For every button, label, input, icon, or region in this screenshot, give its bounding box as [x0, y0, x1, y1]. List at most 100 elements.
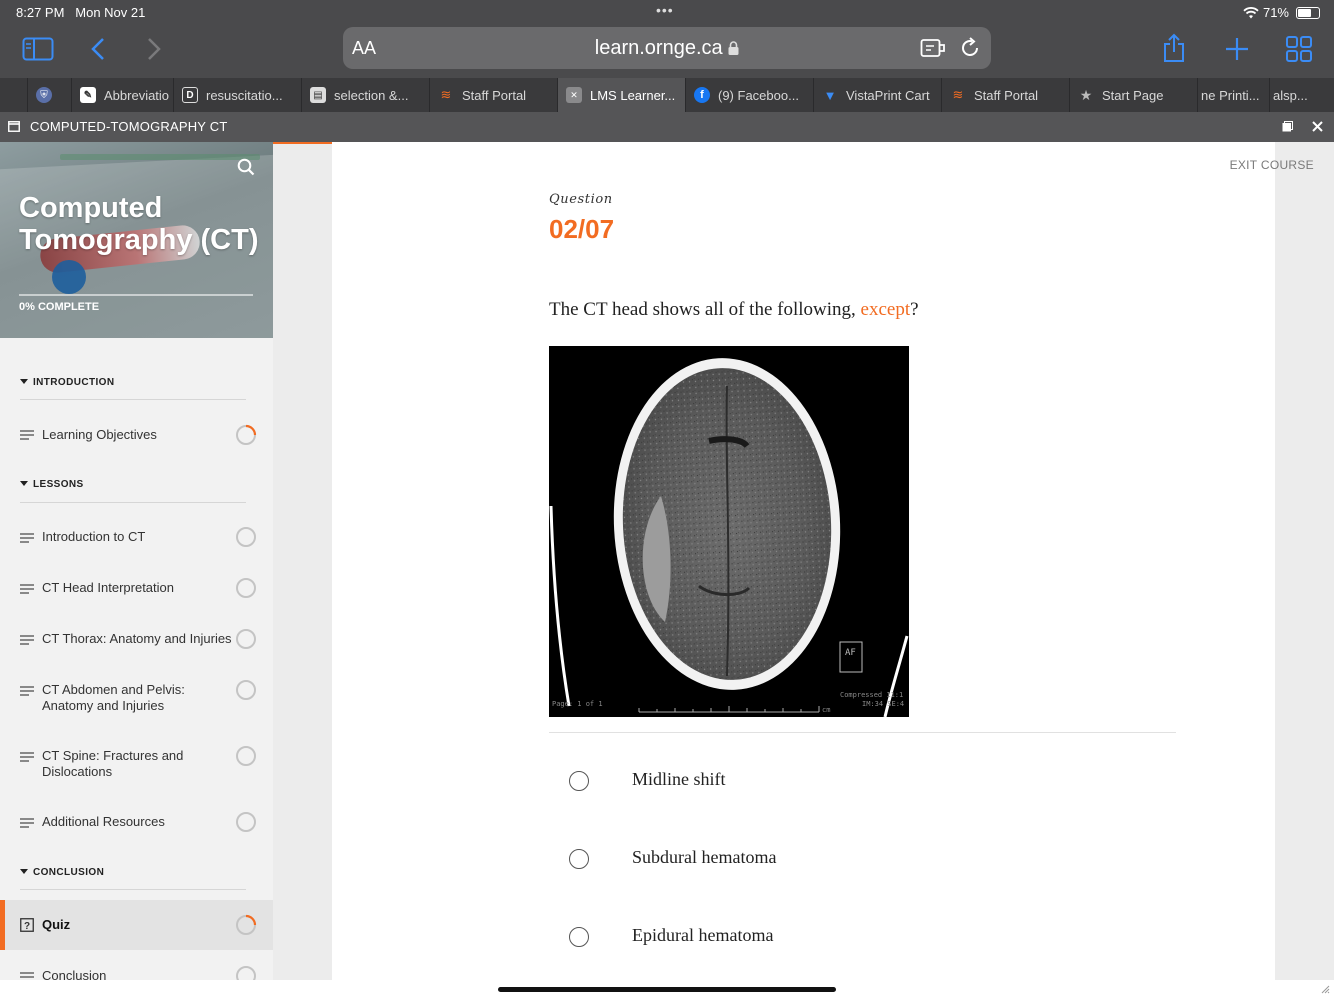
section-divider	[20, 399, 246, 400]
tab-vistaprint[interactable]: ▼ VistaPrint Cart	[814, 78, 942, 112]
lesson-label: Quiz	[42, 917, 71, 932]
lesson-ct-thorax[interactable]: CT Thorax: Anatomy and Injuries	[0, 629, 273, 653]
extension-icon[interactable]	[919, 36, 947, 60]
shield-icon: ⛨	[36, 87, 52, 103]
answer-option-label: Subdural hematoma	[632, 847, 777, 867]
generic-icon	[8, 87, 24, 103]
progress-ring-icon	[236, 914, 257, 935]
tab-start-page[interactable]: ★ Start Page	[1070, 78, 1198, 112]
ct-series-caption: IM:34 SE:4	[862, 700, 905, 708]
lesson-learning-objectives[interactable]: Learning Objectives	[0, 422, 273, 446]
progress-ring-icon	[236, 527, 256, 547]
facebook-icon: f	[694, 87, 710, 103]
ct-page-caption: Page: 1 of 1	[552, 700, 603, 708]
tab-printing[interactable]: ne Printi...	[1198, 78, 1270, 112]
battery-percent: 71%	[1262, 5, 1289, 20]
progress-ring-icon	[236, 578, 256, 598]
radio-button[interactable]	[569, 927, 589, 947]
course-hero: Computed Tomography (CT) 0% COMPLETE	[0, 142, 273, 338]
tab-label: ne Printi...	[1201, 87, 1260, 103]
tab-generic[interactable]	[0, 78, 28, 112]
new-tab-icon[interactable]	[1224, 36, 1250, 62]
lesson-ct-spine[interactable]: CT Spine: Fractures and Dislocations	[0, 746, 273, 780]
back-icon[interactable]	[88, 36, 108, 62]
lesson-ct-head-interpretation[interactable]: CT Head Interpretation	[0, 578, 273, 602]
tab-label: Staff Portal	[974, 87, 1039, 103]
tab-label: LMS Learner...	[590, 87, 676, 103]
svg-text:?: ?	[24, 921, 30, 932]
lesson-label: CT Abdomen and Pelvis: Anatomy and Injur…	[42, 682, 185, 713]
tab-label: resuscitatio...	[206, 87, 283, 103]
section-introduction[interactable]: INTRODUCTION	[20, 377, 114, 388]
restore-window-icon[interactable]	[1282, 121, 1293, 132]
lesson-ct-abdomen-pelvis[interactable]: CT Abdomen and Pelvis: Anatomy and Injur…	[0, 679, 273, 713]
status-date: Mon Nov 21	[75, 5, 146, 20]
hero-green-band	[60, 154, 260, 160]
lesson-conclusion[interactable]: Conclusion	[0, 966, 273, 980]
radio-button[interactable]	[569, 849, 589, 869]
tab-label: selection &...	[334, 87, 409, 103]
course-sidebar: Computed Tomography (CT) 0% COMPLETE INTR…	[0, 142, 273, 980]
lesson-label: Additional Resources	[42, 814, 165, 829]
tab-alsp[interactable]: alsp...	[1270, 78, 1334, 112]
tab-overview-icon[interactable]	[1286, 36, 1312, 62]
course-title: Computed Tomography (CT)	[19, 192, 259, 256]
battery-icon	[1296, 6, 1320, 19]
section-conclusion[interactable]: CONCLUSION	[20, 867, 104, 878]
exit-course-link[interactable]: EXIT COURSE	[1230, 158, 1314, 172]
reload-icon[interactable]	[957, 35, 983, 61]
quiz-icon: ?	[20, 918, 34, 932]
tab-staff-portal-2[interactable]: ≋ Staff Portal	[942, 78, 1070, 112]
sidebar-toggle-icon[interactable]	[22, 36, 54, 62]
portal-icon: ≋	[440, 87, 452, 102]
lesson-additional-resources[interactable]: Additional Resources	[0, 812, 273, 836]
lesson-label: Introduction to CT	[42, 529, 146, 544]
chevron-down-icon	[20, 481, 28, 486]
status-time: 8:27 PM Mon Nov 21	[16, 5, 146, 20]
answer-option-label: Midline shift	[632, 769, 726, 789]
forward-icon[interactable]	[144, 36, 164, 62]
tab-abbreviations[interactable]: ✎ Abbreviatio	[72, 78, 174, 112]
status-right: 71%	[1243, 5, 1320, 20]
vistaprint-icon: ▼	[823, 87, 837, 103]
section-lessons[interactable]: LESSONS	[20, 479, 84, 490]
lesson-list-icon	[20, 686, 34, 696]
progress-ring-icon	[236, 812, 256, 832]
ct-compressed-caption: Compressed 11:1	[840, 691, 904, 699]
star-icon: ★	[1079, 86, 1093, 103]
radio-button[interactable]	[569, 771, 589, 791]
tab-resuscitation[interactable]: Dresuscitatio...	[174, 78, 302, 112]
home-indicator[interactable]	[498, 987, 836, 992]
lesson-list-icon	[20, 533, 34, 543]
tab-label: VistaPrint Cart	[846, 87, 930, 103]
lesson-introduction-to-ct[interactable]: Introduction to CT	[0, 527, 273, 551]
multitasking-dots-icon[interactable]: •••	[656, 2, 674, 18]
lesson-label: Conclusion	[42, 968, 107, 980]
tab-staff-portal[interactable]: ≋ Staff Portal	[430, 78, 558, 112]
app-root: 8:27 PM Mon Nov 21 ••• 71% AA learn.orng…	[0, 0, 1334, 1000]
chevron-down-icon	[20, 869, 28, 874]
address-bar[interactable]: AA learn.ornge.ca	[343, 27, 991, 69]
share-icon[interactable]	[1160, 31, 1188, 65]
lesson-list-icon	[20, 584, 34, 594]
ct-scan-drawing	[549, 358, 909, 717]
url-text[interactable]: learn.ornge.ca	[343, 37, 991, 60]
progress-ring-icon	[236, 424, 257, 445]
lesson-quiz[interactable]: ? Quiz	[0, 900, 273, 950]
section-divider	[20, 889, 246, 890]
lock-icon	[728, 41, 739, 55]
question-label: Question	[549, 192, 613, 207]
tab-shield[interactable]: ⛨	[28, 78, 72, 112]
close-icon[interactable]	[1312, 121, 1323, 132]
tab-lms-learner[interactable]: ✕ LMS Learner...	[558, 78, 686, 112]
doc-icon: ▤	[310, 87, 326, 103]
tab-facebook[interactable]: f (9) Faceboo...	[686, 78, 814, 112]
window-icon	[8, 121, 20, 132]
main-content: Question 02/07 The CT head shows all of …	[273, 142, 1334, 980]
answer-option-label: Epidural hematoma	[632, 925, 774, 945]
lesson-label: CT Thorax: Anatomy and Injuries	[42, 631, 232, 646]
tab-selection[interactable]: ▤ selection &...	[302, 78, 430, 112]
question-number: 02/07	[549, 214, 615, 244]
search-icon[interactable]	[237, 158, 255, 176]
course-progress-label: 0% COMPLETE	[19, 301, 100, 313]
